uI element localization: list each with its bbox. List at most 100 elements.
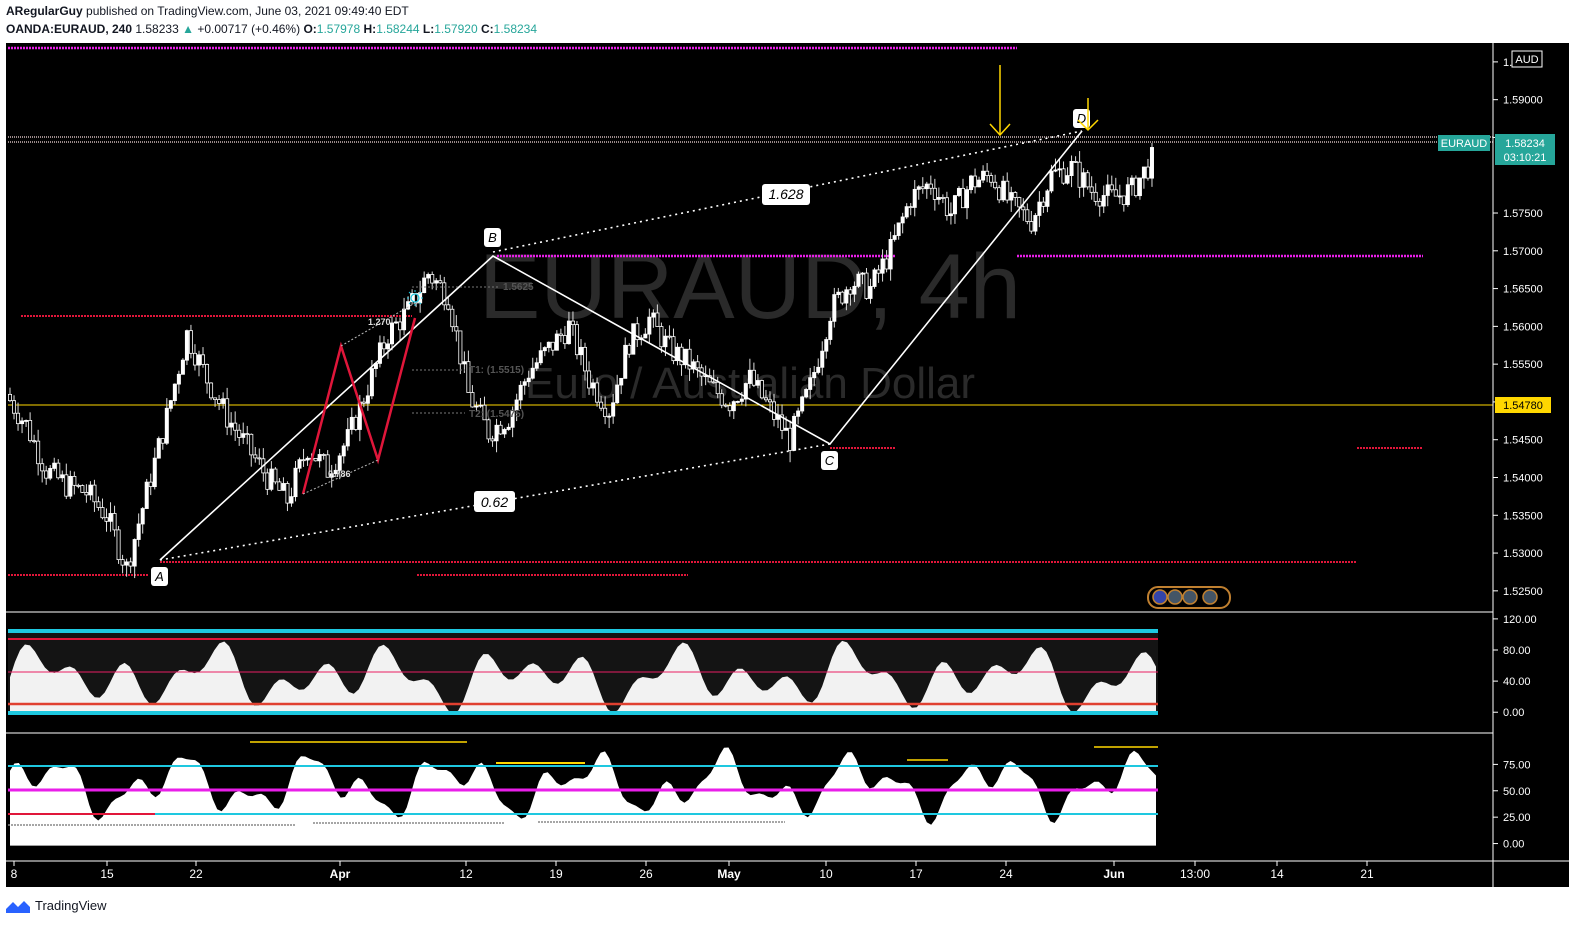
candle-body[interactable] bbox=[852, 285, 857, 295]
candle-body[interactable] bbox=[1073, 161, 1078, 163]
candle-body[interactable] bbox=[361, 401, 366, 404]
candle-body[interactable] bbox=[828, 320, 833, 340]
candle-body[interactable] bbox=[965, 189, 970, 209]
candle-body[interactable] bbox=[1037, 201, 1042, 216]
currency-label[interactable]: AUD bbox=[1511, 50, 1543, 68]
candle-body[interactable] bbox=[755, 380, 760, 386]
candle-body[interactable] bbox=[458, 330, 463, 365]
candle-body[interactable] bbox=[136, 523, 141, 540]
candle-body[interactable] bbox=[804, 389, 809, 398]
candle-body[interactable] bbox=[24, 420, 29, 422]
candle-body[interactable] bbox=[711, 381, 716, 384]
point-b-label[interactable]: B bbox=[484, 228, 501, 247]
candle-body[interactable] bbox=[900, 216, 905, 224]
candle-body[interactable] bbox=[68, 476, 73, 497]
candle-body[interactable] bbox=[554, 333, 559, 351]
candle-body[interactable] bbox=[44, 470, 49, 479]
candle-body[interactable] bbox=[816, 366, 821, 373]
candle-body[interactable] bbox=[12, 400, 17, 414]
candle-body[interactable] bbox=[353, 416, 358, 430]
candle-body[interactable] bbox=[892, 235, 897, 240]
candle-body[interactable] bbox=[124, 561, 129, 566]
candle-body[interactable] bbox=[321, 454, 326, 456]
candle-body[interactable] bbox=[394, 321, 399, 324]
candle-body[interactable] bbox=[731, 401, 736, 412]
candle-body[interactable] bbox=[1001, 180, 1006, 201]
candle-body[interactable] bbox=[341, 445, 346, 457]
candle-body[interactable] bbox=[184, 330, 189, 361]
candle-body[interactable] bbox=[534, 362, 539, 369]
candle-body[interactable] bbox=[546, 341, 551, 348]
candle-body[interactable] bbox=[747, 369, 752, 384]
ratio-1628-label[interactable]: 1.628 bbox=[762, 184, 810, 205]
candle-body[interactable] bbox=[808, 377, 813, 390]
candle-body[interactable] bbox=[217, 399, 222, 404]
candle-body[interactable] bbox=[928, 183, 933, 189]
candle-body[interactable] bbox=[518, 384, 523, 401]
candle-body[interactable] bbox=[112, 513, 117, 531]
candle-body[interactable] bbox=[281, 483, 286, 491]
candle-body[interactable] bbox=[1149, 147, 1154, 179]
candle-body[interactable] bbox=[1005, 180, 1010, 201]
candle-body[interactable] bbox=[647, 316, 652, 335]
candle-body[interactable] bbox=[735, 401, 740, 403]
candle-body[interactable] bbox=[924, 183, 929, 190]
candle-body[interactable] bbox=[920, 186, 925, 190]
candle-body[interactable] bbox=[936, 197, 941, 200]
candle-body[interactable] bbox=[446, 304, 451, 310]
candle-body[interactable] bbox=[864, 272, 869, 299]
candle-body[interactable] bbox=[1109, 184, 1114, 191]
candle-body[interactable] bbox=[888, 239, 893, 270]
candle-body[interactable] bbox=[1045, 190, 1050, 207]
candle-body[interactable] bbox=[981, 170, 986, 181]
candle-body[interactable] bbox=[313, 457, 318, 462]
candle-body[interactable] bbox=[132, 539, 137, 567]
candle-body[interactable] bbox=[912, 188, 917, 208]
candle-body[interactable] bbox=[796, 410, 801, 417]
candle-body[interactable] bbox=[213, 397, 218, 400]
candle-body[interactable] bbox=[7, 393, 12, 402]
candle-body[interactable] bbox=[550, 341, 555, 351]
candle-body[interactable] bbox=[450, 308, 455, 328]
oscillator-pane-1[interactable] bbox=[8, 629, 1158, 715]
candle-body[interactable] bbox=[225, 398, 230, 428]
candle-body[interactable] bbox=[32, 440, 37, 443]
candle-body[interactable] bbox=[566, 320, 571, 345]
candle-body[interactable] bbox=[128, 561, 133, 567]
candle-body[interactable] bbox=[1025, 209, 1030, 222]
candle-body[interactable] bbox=[832, 294, 837, 322]
candle-body[interactable] bbox=[478, 404, 483, 407]
candle-body[interactable] bbox=[800, 396, 805, 412]
candle-body[interactable] bbox=[1105, 184, 1110, 196]
candle-body[interactable] bbox=[651, 312, 656, 318]
candle-body[interactable] bbox=[767, 399, 772, 403]
candle-body[interactable] bbox=[289, 496, 294, 504]
candle-body[interactable] bbox=[237, 429, 242, 438]
candle-body[interactable] bbox=[156, 438, 161, 459]
candle-body[interactable] bbox=[1077, 161, 1082, 188]
candle-body[interactable] bbox=[591, 382, 596, 389]
candle-body[interactable] bbox=[772, 401, 777, 420]
candle-body[interactable] bbox=[973, 175, 978, 188]
candle-body[interactable] bbox=[615, 384, 620, 404]
candle-body[interactable] bbox=[96, 501, 101, 508]
candle-body[interactable] bbox=[723, 404, 728, 407]
candle-body[interactable] bbox=[840, 291, 845, 304]
chart-canvas[interactable]: EURAUD, 4h Euro / Australian Dollar bbox=[0, 0, 1574, 929]
candle-body[interactable] bbox=[595, 382, 600, 403]
candle-body[interactable] bbox=[1033, 215, 1038, 232]
candle-body[interactable] bbox=[160, 438, 165, 444]
candle-body[interactable] bbox=[152, 457, 157, 488]
candle-body[interactable] bbox=[623, 344, 628, 379]
candle-body[interactable] bbox=[715, 381, 720, 395]
candle-body[interactable] bbox=[84, 492, 89, 496]
candle-body[interactable] bbox=[345, 429, 350, 447]
candle-body[interactable] bbox=[381, 342, 386, 350]
candle-body[interactable] bbox=[872, 269, 877, 287]
candle-body[interactable] bbox=[1141, 166, 1146, 179]
point-a-label[interactable]: A bbox=[151, 567, 168, 586]
candle-body[interactable] bbox=[1017, 197, 1022, 208]
candle-body[interactable] bbox=[1085, 172, 1090, 188]
candle-body[interactable] bbox=[960, 187, 965, 209]
candle-body[interactable] bbox=[1069, 161, 1074, 176]
